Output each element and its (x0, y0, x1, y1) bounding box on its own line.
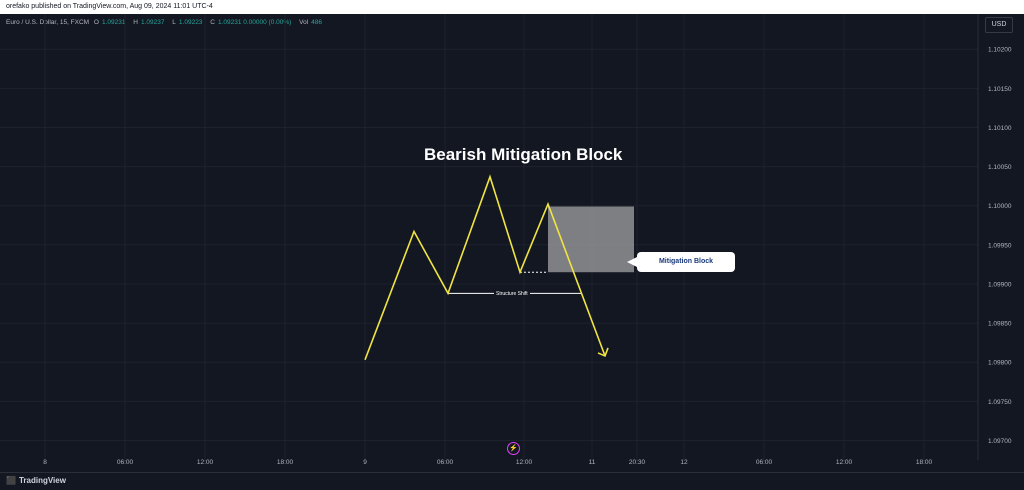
time-tick-label: 8 (43, 459, 47, 466)
time-axis: 8 06:00 12:00 18:00 9 06:00 12:00 11 20:30 12 06:0… (43, 459, 932, 466)
price-tick-label: 1.09950 (988, 242, 1012, 249)
time-tick-label: 12:00 (197, 459, 214, 466)
tradingview-logo[interactable]: ⬛ TradingView (6, 476, 66, 485)
price-tick-label: 1.10050 (988, 164, 1012, 171)
price-tick-label: 1.10000 (988, 203, 1012, 210)
tradingview-logo-icon: ⬛ (6, 476, 16, 485)
price-tick-label: 1.10200 (988, 47, 1012, 54)
price-tick-label: 1.10100 (988, 125, 1012, 132)
time-tick-label: 06:00 (117, 459, 134, 466)
footer-bar: ⬛ TradingView (0, 472, 1024, 490)
time-tick-label: 9 (363, 459, 367, 466)
price-tick-label: 1.09900 (988, 281, 1012, 288)
time-tick-label: 12:00 (836, 459, 853, 466)
mitigation-block-callout[interactable]: Mitigation Block (637, 252, 735, 272)
time-tick-label: 18:00 (916, 459, 933, 466)
price-chart[interactable]: 1.10200 1.10150 1.10100 1.10050 1.10000 1.099… (0, 0, 1024, 472)
chart-grid (0, 14, 978, 460)
structure-shift-label: Structure Shift (494, 291, 530, 297)
time-tick-label: 06:00 (437, 459, 454, 466)
chart-title: Bearish Mitigation Block (424, 145, 623, 164)
lightning-bolt-icon[interactable]: ⚡ (507, 442, 520, 455)
time-tick-label: 11 (589, 459, 596, 466)
price-tick-label: 1.10150 (988, 86, 1012, 93)
brand-name: TradingView (18, 476, 66, 485)
price-axis: 1.10200 1.10150 1.10100 1.10050 1.10000 1.099… (988, 47, 1012, 445)
price-tick-label: 1.09850 (988, 321, 1012, 328)
price-tick-label: 1.09750 (988, 399, 1012, 406)
time-tick-label: 12 (680, 459, 688, 466)
time-tick-label: 20:30 (629, 459, 646, 466)
time-tick-label: 06:00 (756, 459, 773, 466)
time-tick-label: 18:00 (277, 459, 294, 466)
price-tick-label: 1.09800 (988, 360, 1012, 367)
price-tick-label: 1.09700 (988, 438, 1012, 445)
time-tick-label: 12:00 (516, 459, 533, 466)
